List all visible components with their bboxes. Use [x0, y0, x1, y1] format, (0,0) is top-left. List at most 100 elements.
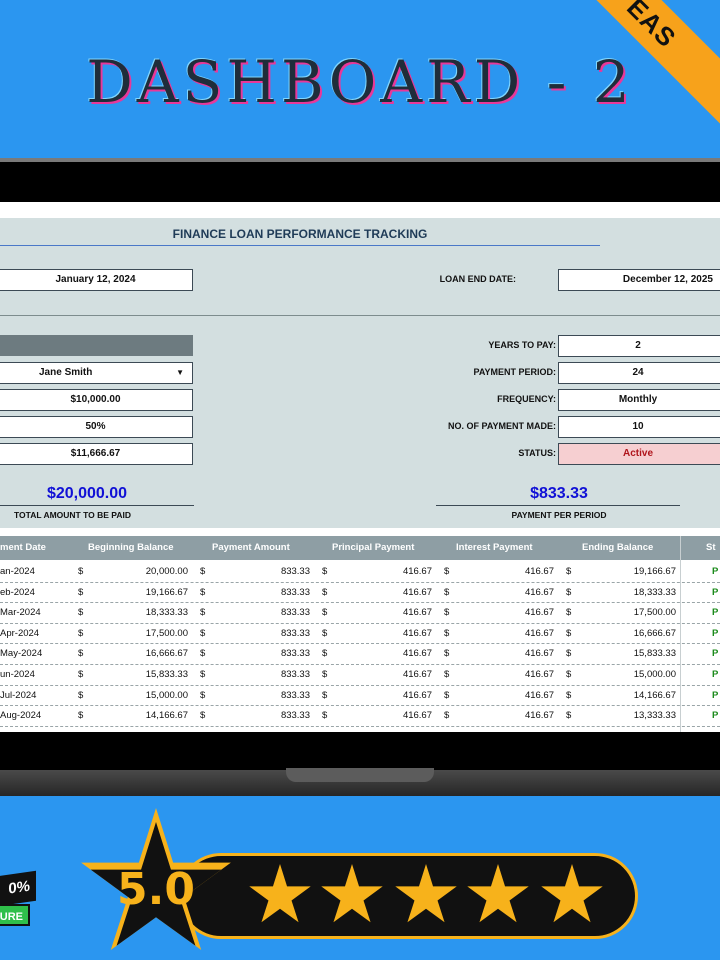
- cell-interest-payment: 416.67: [524, 669, 554, 680]
- cell-interest-payment: 416.67: [524, 566, 554, 577]
- cell-currency-symbol: $: [322, 607, 328, 619]
- status-label: STATUS:: [518, 448, 556, 458]
- amount-field[interactable]: $11,666.67: [0, 443, 193, 465]
- cell-status: P: [712, 627, 719, 639]
- period-field[interactable]: 24: [558, 362, 720, 384]
- cell-beginning-balance: 15,833.33: [145, 669, 188, 680]
- col-header-beginning-balance: Beginning Balance: [88, 542, 174, 553]
- cell-payment-amount: 833.33: [280, 710, 310, 722]
- cell-ending-balance: 19,166.67: [633, 566, 676, 577]
- cell-currency-symbol: $: [444, 566, 450, 577]
- cell-date: un-2024: [0, 669, 35, 680]
- cell-currency-symbol: $: [322, 710, 328, 722]
- cell-status: P: [712, 566, 719, 577]
- cell-currency-symbol: $: [566, 627, 572, 639]
- cell-status: P: [712, 607, 719, 619]
- cell-currency-symbol: $: [444, 689, 450, 701]
- col-header-status: St: [706, 542, 716, 553]
- cell-currency-symbol: $: [444, 627, 450, 639]
- laptop-notch: [286, 768, 434, 782]
- table-row[interactable]: Aug-2024 $14,166.67 $833.33 $416.67 $416.67 $…: [0, 706, 720, 727]
- cell-date: an-2024: [0, 566, 35, 577]
- cell-currency-symbol: $: [566, 648, 572, 660]
- cell-payment-amount: 833.33: [280, 586, 310, 598]
- table-row[interactable]: May-2024 $16,666.67 $833.33 $416.67 $416.67 $…: [0, 644, 720, 665]
- cell-principal-payment: 416.67: [402, 586, 432, 598]
- section-divider: [0, 315, 720, 316]
- dashboard-title: FINANCE LOAN PERFORMANCE TRACKING: [0, 222, 600, 246]
- cell-currency-symbol: $: [566, 669, 572, 680]
- cell-status: P: [712, 648, 719, 660]
- period-label: PAYMENT PERIOD:: [473, 367, 556, 377]
- table-row[interactable]: un-2024 $15,833.33 $833.33 $416.67 $416.67 $1…: [0, 665, 720, 686]
- cell-currency-symbol: $: [566, 710, 572, 722]
- cell-beginning-balance: 18,333.33: [145, 607, 188, 619]
- per-period-underline: [436, 505, 680, 506]
- cell-payment-amount: 833.33: [280, 607, 310, 619]
- cell-date: May-2024: [0, 648, 43, 660]
- cell-interest-payment: 416.67: [524, 607, 554, 619]
- per-period-value: $833.33: [530, 485, 588, 502]
- cell-currency-symbol: $: [78, 566, 84, 577]
- borrower-select[interactable]: Jane Smith ▼: [0, 362, 193, 384]
- cell-currency-symbol: $: [322, 566, 328, 577]
- cell-beginning-balance: 19,166.67: [145, 586, 188, 598]
- cell-principal-payment: 416.67: [402, 669, 432, 680]
- cell-currency-symbol: $: [200, 710, 206, 722]
- cell-payment-amount: 833.33: [280, 566, 310, 577]
- cell-ending-balance: 14,166.67: [633, 689, 676, 701]
- frequency-field[interactable]: Monthly: [558, 389, 720, 411]
- cell-currency-symbol: $: [200, 689, 206, 701]
- end-date-field[interactable]: December 12, 2025: [558, 269, 720, 291]
- table-row[interactable]: eb-2024 $19,166.67 $833.33 $416.67 $416.67 $1…: [0, 583, 720, 604]
- frequency-label: FREQUENCY:: [497, 394, 556, 404]
- cell-payment-amount: 833.33: [280, 648, 310, 660]
- start-date-field[interactable]: January 12, 2024: [0, 269, 193, 291]
- total-underline: [0, 505, 194, 506]
- cell-ending-balance: 17,500.00: [633, 607, 676, 619]
- cell-currency-symbol: $: [200, 586, 206, 598]
- cell-currency-symbol: $: [444, 710, 450, 722]
- cell-ending-balance: 16,666.67: [633, 627, 676, 639]
- payments-made-field[interactable]: 10: [558, 416, 720, 438]
- cell-currency-symbol: $: [78, 710, 84, 722]
- per-period-caption: PAYMENT PER PERIOD: [511, 510, 607, 520]
- cell-currency-symbol: $: [566, 607, 572, 619]
- cell-interest-payment: 416.67: [524, 689, 554, 701]
- cell-principal-payment: 416.67: [402, 627, 432, 639]
- cell-currency-symbol: $: [78, 669, 84, 680]
- cell-interest-payment: 416.67: [524, 586, 554, 598]
- cell-currency-symbol: $: [78, 689, 84, 701]
- col-header-interest-payment: Interest Payment: [456, 542, 533, 553]
- table-row[interactable]: Jul-2024 $15,000.00 $833.33 $416.67 $416.67 $…: [0, 686, 720, 707]
- cell-currency-symbol: $: [322, 627, 328, 639]
- guarantee-badge-bottom: URE: [0, 904, 30, 926]
- guarantee-badge-top: 0%: [0, 870, 36, 908]
- cell-principal-payment: 416.67: [402, 566, 432, 577]
- cell-date: Mar-2024: [0, 607, 41, 619]
- laptop-bezel: FINANCE LOAN PERFORMANCE TRACKING Januar…: [0, 158, 720, 770]
- total-amount-value: $20,000.00: [46, 485, 128, 502]
- borrower-value: Jane Smith: [39, 367, 93, 378]
- cell-currency-symbol: $: [566, 566, 572, 577]
- loan-amount-field[interactable]: $10,000.00: [0, 389, 193, 411]
- table-row[interactable]: an-2024 $20,000.00 $833.33 $416.67 $416.67 $1…: [0, 562, 720, 583]
- cell-status: P: [712, 689, 719, 701]
- payments-made-label: NO. OF PAYMENT MADE:: [447, 421, 556, 431]
- cell-currency-symbol: $: [200, 566, 206, 577]
- table-row[interactable]: Mar-2024 $18,333.33 $833.33 $416.67 $416.67 $…: [0, 603, 720, 624]
- status-badge: Active: [558, 443, 720, 465]
- cell-payment-amount: 833.33: [280, 669, 310, 680]
- cell-currency-symbol: $: [566, 586, 572, 598]
- cell-currency-symbol: $: [200, 607, 206, 619]
- table-row[interactable]: Apr-2024 $17,500.00 $833.33 $416.67 $416.67 $…: [0, 624, 720, 645]
- cell-currency-symbol: $: [322, 689, 328, 701]
- col-header-payment-amount: Payment Amount: [212, 542, 290, 553]
- interest-rate-field[interactable]: 50%: [0, 416, 193, 438]
- cell-principal-payment: 416.67: [402, 648, 432, 660]
- cell-beginning-balance: 16,666.67: [145, 648, 188, 660]
- years-field[interactable]: 2: [558, 335, 720, 357]
- cell-payment-amount: 833.33: [280, 689, 310, 701]
- cell-currency-symbol: $: [78, 627, 84, 639]
- cell-payment-amount: 833.33: [280, 627, 310, 639]
